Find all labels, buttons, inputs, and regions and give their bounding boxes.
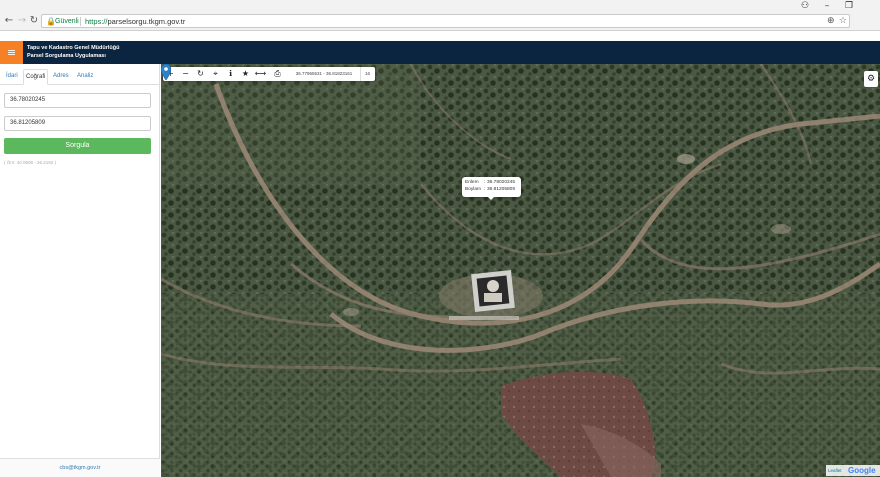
print-icon[interactable]: ⎙ [270,67,285,81]
info-icon[interactable]: ℹ [223,67,238,81]
example-hint: ( Örn: 40.0606 - 26.2192 ) [4,160,57,165]
latitude-input[interactable]: 36.78020245 [4,93,151,108]
tab-cografi[interactable]: Coğrafi [23,69,49,85]
popup-lat-value: 36.78020245 [487,180,516,185]
browser-toolbar: ← → ↻ 🔒 Güvenli https://parselsorgu.tkgm… [0,12,880,31]
popup-lon-label: Boylam [465,187,481,192]
address-bar[interactable]: 🔒 Güvenli https://parselsorgu.tkgm.gov.t… [41,14,850,28]
zoom-out-icon[interactable]: − [178,67,193,81]
contact-email-link[interactable]: cbs@tkgm.gov.tr [0,459,160,477]
forward-icon[interactable]: → [16,14,28,28]
account-icon[interactable]: ⚇ [795,0,815,12]
satellite-map[interactable]: + − ↻ ⌖ ℹ ★ ⟷ ⎙ 36.77965531 - 36.8182316… [161,64,880,477]
location-popup: Enlem : 36.78020245 Boylam : 36.81205809 [462,177,521,200]
map-toolbar: + − ↻ ⌖ ℹ ★ ⟷ ⎙ 36.77965531 - 36.8182316… [163,67,375,81]
popup-lon-value: 36.81205809 [487,187,516,192]
minimize-button[interactable]: – [817,0,837,12]
query-button[interactable]: Sorgula [4,138,151,154]
secure-label: Güvenli [55,18,79,25]
reload-icon[interactable]: ↻ [28,14,40,28]
locate-icon[interactable]: ⌖ [208,67,223,81]
restore-button[interactable]: ❐ [839,0,859,12]
tab-analiz[interactable]: Analiz [75,69,95,85]
tab-idari[interactable]: İdari [4,69,20,85]
leaflet-link[interactable]: Leaflet [828,465,842,476]
tab-adres[interactable]: Adres [51,69,71,85]
cursor-coordinates: 36.77965531 - 36.81823161 [295,71,353,76]
map-attribution: Leaflet Google [826,465,880,476]
app-header: ≡ Tapu ve Kadastro Genel Müdürlüğü Parse… [0,41,880,64]
sidebar: İdari Coğrafi Adres Analiz 36.78020245 3… [0,64,160,477]
sidebar-tabs: İdari Coğrafi Adres Analiz [0,69,160,85]
google-logo: Google [848,466,876,475]
zoom-level: 16 [360,67,374,81]
popup-lat-label: Enlem [465,180,479,185]
menu-icon[interactable]: ≡ [0,41,23,64]
url-text: https://parselsorgu.tkgm.gov.tr [85,17,186,26]
app-title: Tapu ve Kadastro Genel Müdürlüğü [27,45,120,51]
sidebar-footer: cbs@tkgm.gov.tr [0,458,160,477]
map-marker-icon[interactable] [161,64,171,80]
longitude-input[interactable]: 36.81205809 [4,116,151,131]
app-subtitle: Parsel Sorgulama Uygulaması [27,53,106,59]
window-titlebar: ⚇ – ❐ [0,0,880,12]
back-icon[interactable]: ← [3,14,15,28]
refresh-icon[interactable]: ↻ [193,67,208,81]
satellite-imagery [161,64,880,477]
star-icon[interactable]: ★ [238,67,253,81]
location-icon[interactable]: ⊕ [827,15,835,28]
gear-icon[interactable]: ⚙ [864,71,878,87]
bookmark-star-icon[interactable]: ☆ [839,15,847,28]
measure-icon[interactable]: ⟷ [253,67,268,81]
